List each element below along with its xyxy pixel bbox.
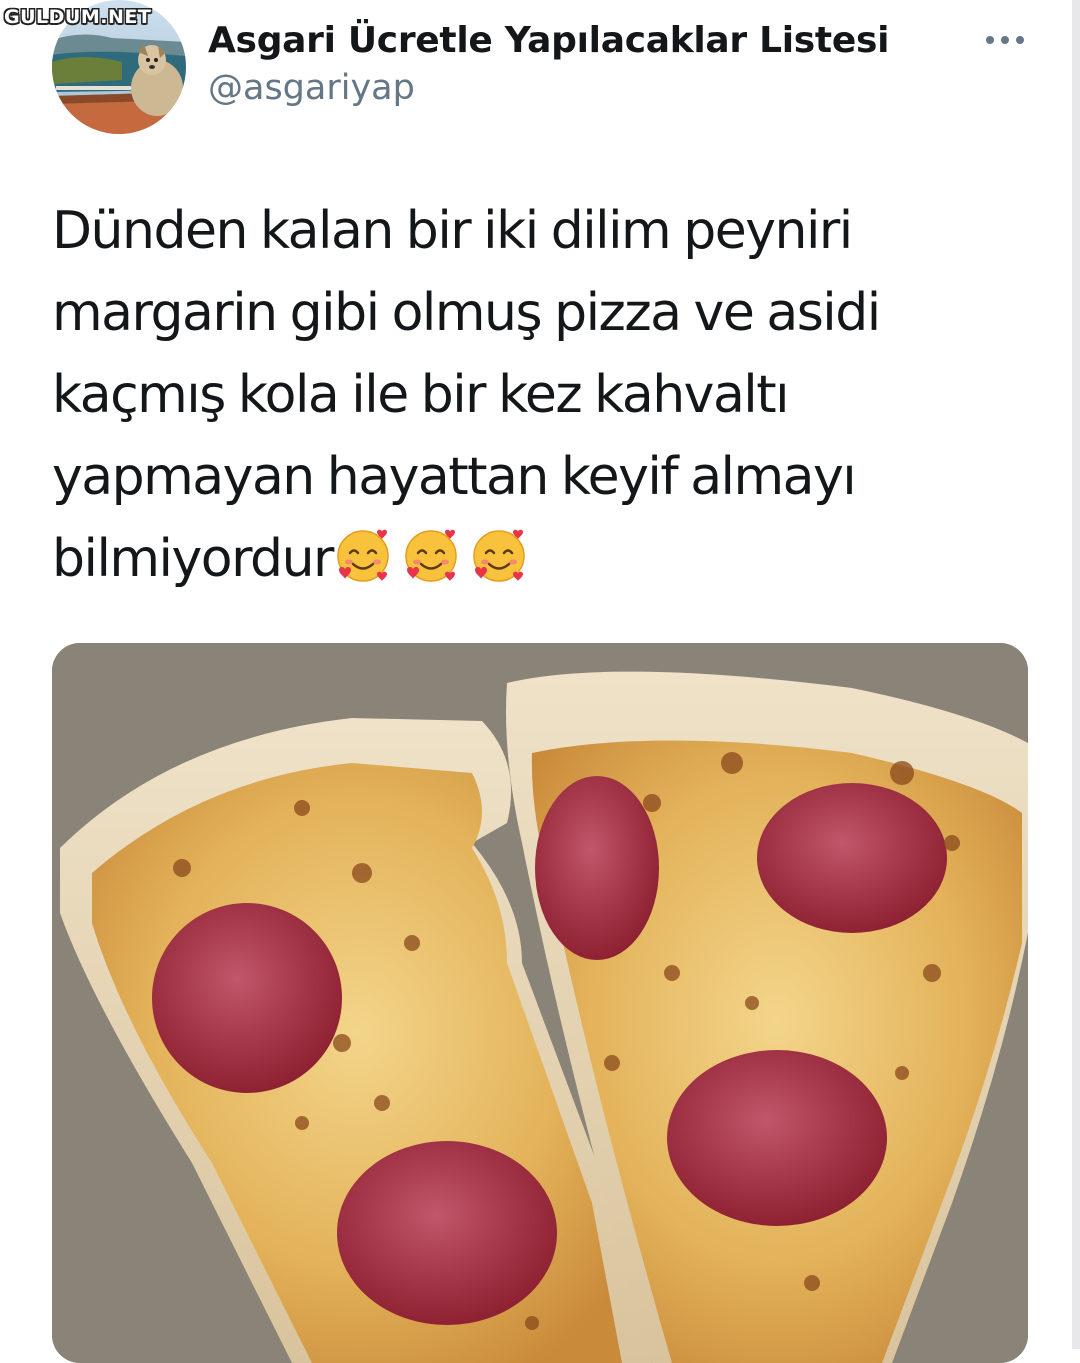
smiling-face-with-hearts-icon bbox=[469, 526, 529, 586]
tweet-text-line: Dünden kalan bir iki dilim peyniri bbox=[52, 201, 853, 261]
smiling-face-with-hearts-icon bbox=[401, 526, 461, 586]
watermark-logo: GULDUM.NET bbox=[4, 6, 152, 28]
display-name[interactable]: Asgari Ücretle Yapılacaklar Listesi bbox=[208, 20, 889, 61]
tweet-text: Dünden kalan bir iki dilim peyniri marga… bbox=[52, 190, 1012, 600]
tweet-text-line-last: bilmiyordur bbox=[52, 518, 1012, 600]
tweet-text-line: margarin gibi olmuş pizza ve asidi bbox=[52, 283, 881, 343]
tweet-text-line: bilmiyordur bbox=[52, 529, 334, 589]
right-edge-divider bbox=[1072, 0, 1080, 1349]
more-horizontal-icon bbox=[986, 36, 1024, 44]
tweet-text-line: kaçmış kola ile bir kez kahvaltı bbox=[52, 365, 790, 425]
tweet-photo[interactable] bbox=[52, 643, 1028, 1363]
smiling-face-with-hearts-icon bbox=[333, 526, 393, 586]
more-options-button[interactable] bbox=[982, 18, 1028, 62]
tweet-text-line: yapmayan hayattan keyif almayı bbox=[52, 447, 857, 507]
user-handle[interactable]: @asgariyap bbox=[208, 68, 415, 108]
